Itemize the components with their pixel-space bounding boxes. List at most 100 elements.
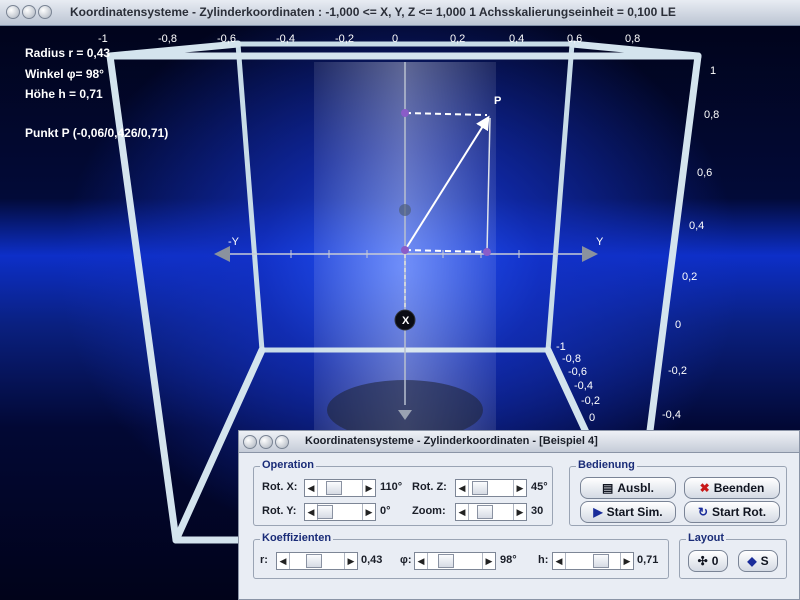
ausbl-button-label: Ausbl. bbox=[617, 481, 654, 495]
rot-y-slider[interactable]: ◀ ▶ bbox=[304, 503, 376, 521]
y-axis-neg-arrow bbox=[214, 246, 230, 262]
bedienung-label: Bedienung bbox=[576, 459, 637, 471]
arrow-right-icon[interactable]: ▶ bbox=[344, 553, 357, 569]
arrow-left-icon[interactable]: ◀ bbox=[456, 480, 469, 496]
panel-minimize-icon[interactable] bbox=[259, 435, 273, 449]
top-tick: 0,8 bbox=[625, 33, 640, 45]
rot-x-slider[interactable]: ◀ ▶ bbox=[304, 479, 376, 497]
zoom-label: Zoom: bbox=[412, 505, 446, 517]
right-tick: 0 bbox=[675, 319, 681, 331]
rot-z-slider[interactable]: ◀ ▶ bbox=[455, 479, 527, 497]
right-tick: 0,8 bbox=[704, 109, 719, 121]
axis-label-y-neg: -Y bbox=[228, 236, 240, 248]
y-axis-pos-arrow bbox=[582, 246, 598, 262]
layout-label: Layout bbox=[686, 532, 727, 544]
rot-x-label: Rot. X: bbox=[262, 481, 298, 493]
window-maximize-icon[interactable] bbox=[38, 5, 52, 19]
top-tick: -0,4 bbox=[276, 33, 295, 45]
right-tick: -0,2 bbox=[668, 365, 687, 377]
panel-close-icon[interactable] bbox=[243, 435, 257, 449]
koeffizienten-group: Koeffizienten r: ◀ ▶ 0,43 φ: ◀ ▶ 98° h: … bbox=[253, 532, 669, 579]
rot-y-label: Rot. Y: bbox=[262, 505, 297, 517]
zoom-slider[interactable]: ◀ ▶ bbox=[455, 503, 527, 521]
phi-slider[interactable]: ◀ ▶ bbox=[414, 552, 496, 570]
depth-tick: -0,6 bbox=[568, 366, 587, 378]
right-tick: 0,6 bbox=[697, 167, 712, 179]
right-tick: 1 bbox=[710, 65, 716, 77]
top-tick: 0,2 bbox=[450, 33, 465, 45]
arrow-left-icon[interactable]: ◀ bbox=[277, 553, 290, 569]
ausbl-button[interactable]: ▤ Ausbl. bbox=[580, 477, 676, 499]
slider-thumb[interactable] bbox=[306, 554, 323, 568]
top-tick: 0,4 bbox=[509, 33, 524, 45]
slider-thumb[interactable] bbox=[317, 505, 333, 519]
paint-icon: ◆ bbox=[747, 554, 757, 568]
arrow-right-icon[interactable]: ▶ bbox=[620, 553, 633, 569]
rot-z-label: Rot. Z: bbox=[412, 481, 447, 493]
window-minimize-icon[interactable] bbox=[22, 5, 36, 19]
koeffizienten-label: Koeffizienten bbox=[260, 532, 334, 544]
top-tick: 0 bbox=[392, 33, 398, 45]
info-radius: Radius r = 0,43 bbox=[25, 46, 111, 60]
top-tick: -0,6 bbox=[217, 33, 236, 45]
rot-z-value: 45° bbox=[531, 481, 548, 493]
right-tick: 0,4 bbox=[689, 220, 704, 232]
panel-titlebar: Koordinatensysteme - Zylinderkoordinaten… bbox=[239, 431, 799, 453]
top-tick: -1 bbox=[98, 33, 108, 45]
panel-title: Koordinatensysteme - Zylinderkoordinaten… bbox=[305, 435, 598, 447]
top-tick: 0,6 bbox=[567, 33, 582, 45]
phi-label: φ: bbox=[400, 554, 412, 566]
reset-zero-button-label: 0 bbox=[711, 554, 719, 568]
info-winkel: Winkel φ= 98° bbox=[25, 67, 104, 81]
arrow-left-icon[interactable]: ◀ bbox=[415, 553, 428, 569]
operation-label: Operation bbox=[260, 459, 316, 471]
point-label-p: P bbox=[494, 95, 501, 107]
arrow-right-icon[interactable]: ▶ bbox=[513, 504, 526, 520]
hide-icon: ▤ bbox=[601, 481, 614, 495]
arrow-left-icon[interactable]: ◀ bbox=[456, 504, 469, 520]
arrow-right-icon[interactable]: ▶ bbox=[362, 504, 375, 520]
phi-value: 98° bbox=[500, 554, 517, 566]
arrow-right-icon[interactable]: ▶ bbox=[482, 553, 495, 569]
close-x-icon: ✖ bbox=[699, 481, 710, 495]
start-rot-button[interactable]: ↻ Start Rot. bbox=[684, 501, 780, 523]
slider-thumb[interactable] bbox=[477, 505, 493, 519]
info-punkt: Punkt P (-0,06/0,426/0,71) bbox=[25, 126, 169, 140]
arrow-right-icon[interactable]: ▶ bbox=[362, 480, 375, 496]
panel-maximize-icon[interactable] bbox=[275, 435, 289, 449]
slider-thumb[interactable] bbox=[471, 481, 488, 495]
start-sim-button[interactable]: ▶ Start Sim. bbox=[580, 501, 676, 523]
zoom-value: 30 bbox=[531, 505, 544, 517]
z-axis-marker bbox=[399, 204, 411, 216]
r-value: 0,43 bbox=[361, 554, 383, 566]
bedienung-group: Bedienung ▤ Ausbl. ✖ Beenden ▶ Start Sim… bbox=[569, 459, 787, 526]
h-slider[interactable]: ◀ ▶ bbox=[552, 552, 634, 570]
beenden-button-label: Beenden bbox=[713, 481, 765, 495]
top-tick: -0,2 bbox=[335, 33, 354, 45]
h-label: h: bbox=[538, 554, 549, 566]
rot-y-value: 0° bbox=[380, 505, 391, 517]
style-s-button[interactable]: ◆ S bbox=[738, 550, 778, 572]
depth-tick: -0,4 bbox=[574, 380, 593, 392]
axis-label-x: X bbox=[402, 315, 410, 327]
arrow-right-icon[interactable]: ▶ bbox=[513, 480, 526, 496]
window-titlebar: Koordinatensysteme - Zylinderkoordinaten… bbox=[0, 0, 800, 26]
slider-thumb[interactable] bbox=[437, 554, 454, 568]
control-panel: Koordinatensysteme - Zylinderkoordinaten… bbox=[238, 430, 800, 600]
crosshair-icon: ✣ bbox=[697, 554, 708, 568]
slider-thumb[interactable] bbox=[593, 554, 610, 568]
axis-label-y-pos: Y bbox=[596, 236, 604, 248]
top-tick: -0,8 bbox=[158, 33, 177, 45]
beenden-button[interactable]: ✖ Beenden bbox=[684, 477, 780, 499]
slider-thumb[interactable] bbox=[326, 481, 342, 495]
start-rot-button-label: Start Rot. bbox=[712, 505, 767, 519]
arrow-left-icon[interactable]: ◀ bbox=[553, 553, 566, 569]
rotate-icon: ↻ bbox=[697, 505, 709, 519]
operation-group: Operation Rot. X: ◀ ▶ 110° Rot. Z: ◀ ▶ 4… bbox=[253, 459, 553, 526]
reset-zero-button[interactable]: ✣ 0 bbox=[688, 550, 728, 572]
origin-point bbox=[401, 246, 409, 254]
r-slider[interactable]: ◀ ▶ bbox=[276, 552, 358, 570]
r-label: r: bbox=[260, 554, 268, 566]
window-close-icon[interactable] bbox=[6, 5, 20, 19]
arrow-left-icon[interactable]: ◀ bbox=[305, 480, 318, 496]
